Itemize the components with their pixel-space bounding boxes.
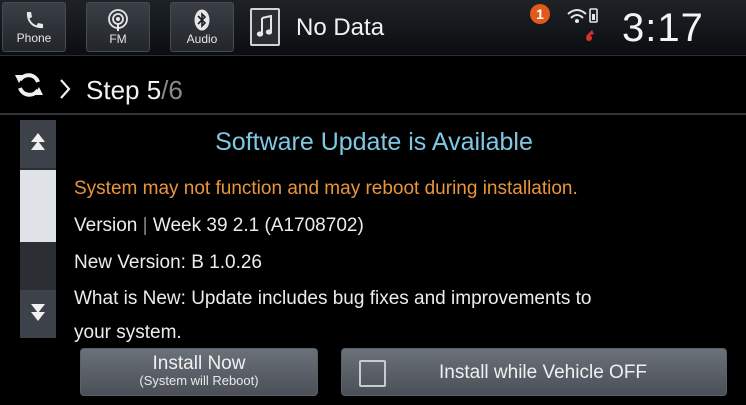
- scroll-up-icon: [30, 131, 46, 158]
- step-total: /6: [161, 75, 183, 105]
- chevron-right-icon: [58, 78, 72, 105]
- install-while-off-checkbox[interactable]: [359, 360, 386, 387]
- whats-new-line-1: What is New: Update includes bug fixes a…: [74, 288, 592, 309]
- step-header: Step 5/6: [0, 58, 746, 112]
- radio-icon: [106, 8, 130, 31]
- install-while-off-label: Install while Vehicle OFF: [439, 362, 648, 383]
- scrollbar-thumb[interactable]: [20, 170, 56, 242]
- warning-text: System may not function and may reboot d…: [74, 178, 578, 199]
- fm-label: FM: [109, 31, 127, 46]
- wifi-icon: [566, 6, 600, 55]
- scroll-down-button[interactable]: [20, 290, 56, 338]
- audio-label: Audio: [186, 31, 218, 46]
- fm-button[interactable]: FM: [86, 2, 150, 52]
- step-current: Step 5: [86, 75, 162, 105]
- install-now-button[interactable]: Install Now (System will Reboot): [80, 348, 318, 396]
- install-while-off-button[interactable]: Install while Vehicle OFF: [341, 348, 727, 396]
- now-playing-text: No Data: [296, 14, 385, 41]
- version-value: Week 39 2.1 (A1708702): [152, 215, 364, 236]
- current-version: Version | Week 39 2.1 (A1708702): [74, 215, 364, 237]
- phone-label: Phone: [16, 30, 52, 45]
- scroll-down-icon: [30, 301, 46, 328]
- bluetooth-icon: [194, 9, 210, 31]
- phone-button[interactable]: Phone: [2, 2, 66, 52]
- scroll-up-button[interactable]: [20, 120, 56, 168]
- clock: 3:17: [622, 6, 704, 50]
- alert-badge[interactable]: 1: [530, 4, 550, 24]
- install-now-label: Install Now: [152, 353, 246, 374]
- music-note-icon[interactable]: [250, 8, 280, 46]
- page-title: Software Update is Available: [215, 128, 533, 156]
- install-now-sublabel: (System will Reboot): [139, 373, 259, 388]
- version-label: Version: [74, 215, 138, 236]
- status-bar: Phone FM Audio No Data 1 3:17: [0, 0, 746, 56]
- whats-new-line-2: your system.: [74, 322, 182, 343]
- version-separator: |: [142, 215, 148, 236]
- new-version: New Version: B 1.0.26: [74, 252, 262, 273]
- audio-button[interactable]: Audio: [170, 2, 234, 52]
- refresh-icon[interactable]: [14, 72, 44, 103]
- header-divider: [0, 113, 746, 115]
- phone-icon: [23, 10, 45, 30]
- step-indicator: Step 5/6: [86, 75, 183, 106]
